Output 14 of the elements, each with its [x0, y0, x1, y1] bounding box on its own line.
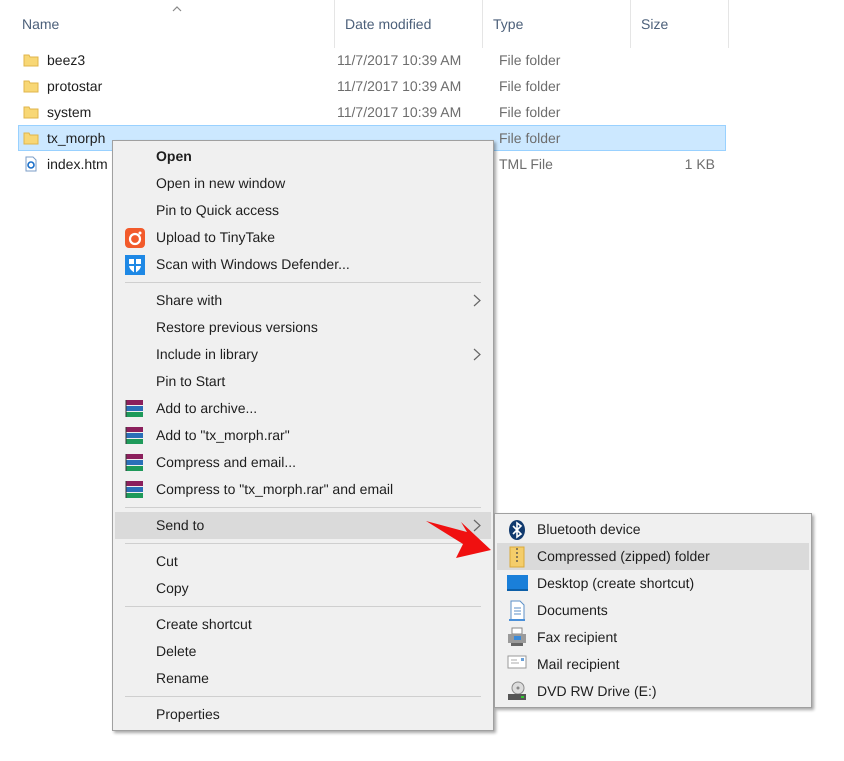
- type-cell: File folder: [499, 78, 560, 94]
- file-name: beez3: [47, 50, 86, 70]
- type-cell: TML File: [499, 156, 553, 172]
- date-cell: 11/7/2017 10:39 AM: [337, 78, 462, 94]
- size-cell: 1 KB: [684, 156, 715, 172]
- type-cell: File folder: [499, 130, 560, 146]
- date-cell: 11/7/2017 10:39 AM: [337, 104, 462, 120]
- file-name: system: [47, 102, 92, 122]
- file-name: index.htm: [47, 154, 108, 174]
- date-cell: 11/7/2017 10:39 AM: [337, 52, 462, 68]
- file-name: tx_morph: [47, 128, 106, 148]
- type-cell: File folder: [499, 52, 560, 68]
- file-name: protostar: [47, 76, 102, 96]
- type-cell: File folder: [499, 104, 560, 120]
